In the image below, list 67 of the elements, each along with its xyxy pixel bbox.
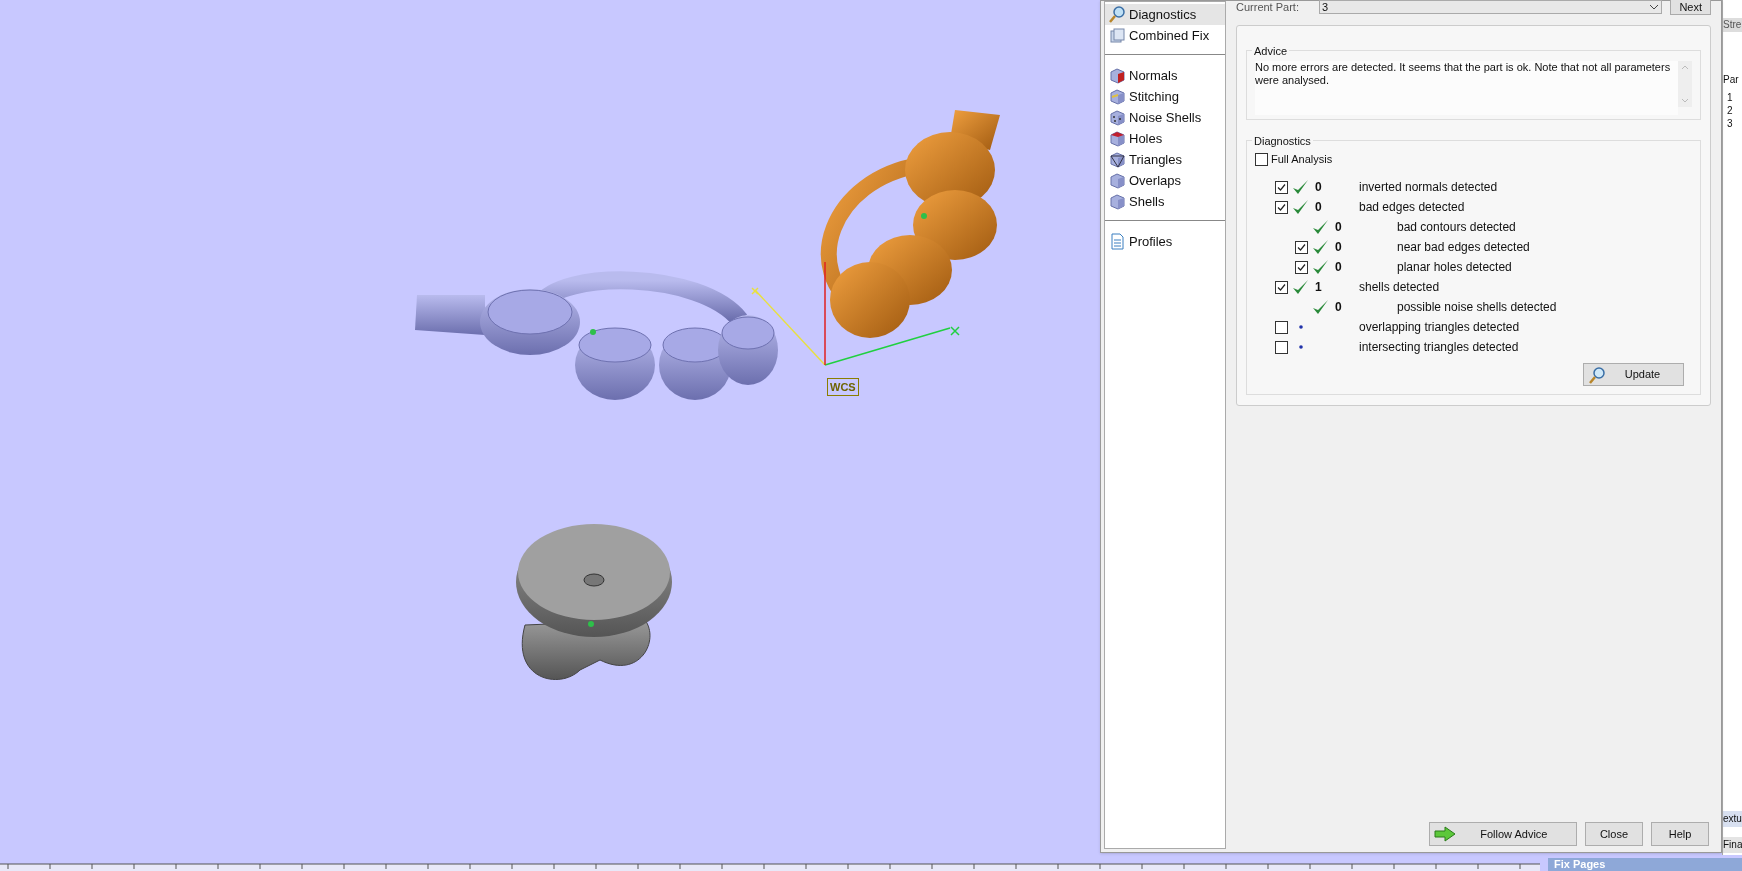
diagnostic-label: bad contours detected <box>1397 219 1516 236</box>
sidebar-item[interactable]: Overlaps <box>1105 170 1225 191</box>
sidebar-item[interactable]: Shells <box>1105 191 1225 212</box>
checkbox[interactable] <box>1275 320 1288 334</box>
row-number: 2 <box>1727 104 1734 117</box>
checkbox[interactable] <box>1255 152 1268 166</box>
follow-advice-button[interactable]: Follow Advice <box>1428 822 1577 846</box>
panel-tab[interactable]: extu <box>1723 811 1742 827</box>
arrow-right-icon <box>1433 826 1456 842</box>
axis-label: WCS <box>827 378 859 396</box>
diagnostic-label: planar holes detected <box>1397 259 1512 276</box>
sidebar-item[interactable]: Holes <box>1105 128 1225 149</box>
sidebar-item[interactable]: Triangles <box>1105 149 1225 170</box>
dialog-button[interactable]: Close <box>1584 822 1643 846</box>
diagnostic-label: overlapping triangles detected <box>1359 319 1520 336</box>
panel-tab[interactable]: Stre <box>1723 18 1742 32</box>
diagnostic-label: shells detected <box>1359 279 1440 296</box>
diagnostic-label: bad edges detected <box>1359 199 1465 216</box>
chevron-down-icon <box>1649 4 1660 10</box>
cube-icon <box>1109 130 1126 147</box>
cube-icon <box>1109 109 1126 126</box>
panel-title: Fix Pages <box>1548 858 1742 871</box>
checkbox[interactable] <box>1295 240 1308 254</box>
row-number: 3 <box>1727 117 1734 130</box>
sidebar-item[interactable]: Profiles <box>1105 231 1225 252</box>
diagnostic-label: intersecting triangles detected <box>1359 339 1519 356</box>
panel-tab[interactable]: Fina <box>1723 837 1742 853</box>
count-label: 0 <box>1315 179 1322 196</box>
current-part-label: Current Part: <box>1236 0 1300 15</box>
pages-icon <box>1109 27 1126 44</box>
checkbox[interactable] <box>1275 200 1288 214</box>
diagnostic-label: near bad edges detected <box>1397 239 1530 256</box>
cube-icon <box>1109 172 1126 189</box>
checkbox[interactable] <box>1295 260 1308 274</box>
next-button[interactable]: Next <box>1670 0 1711 15</box>
sidebar-item[interactable]: Combined Fix <box>1105 25 1225 46</box>
checkbox-label: Full Analysis <box>1271 151 1333 167</box>
count-label: 0 <box>1335 299 1342 316</box>
cube-icon <box>1109 193 1126 210</box>
sidebar-item[interactable]: Diagnostics <box>1105 4 1225 25</box>
sidebar-item[interactable]: Normals <box>1105 65 1225 86</box>
dialog-button[interactable]: Help <box>1651 822 1709 846</box>
count-label: 0 <box>1335 239 1342 256</box>
cube-icon <box>1109 151 1126 168</box>
document-icon <box>1109 233 1126 250</box>
sidebar-item[interactable]: Noise Shells <box>1105 107 1225 128</box>
checkbox[interactable] <box>1275 280 1288 294</box>
diagnostic-label: possible noise shells detected <box>1397 299 1557 316</box>
row-number: 1 <box>1727 91 1734 104</box>
count-label: 0 <box>1315 199 1322 216</box>
update-button[interactable]: Update <box>1583 363 1684 386</box>
cube-icon <box>1109 67 1126 84</box>
checkbox[interactable] <box>1275 340 1288 354</box>
checkbox[interactable] <box>1275 180 1288 194</box>
chevron-up-icon <box>1681 65 1689 70</box>
advice-text: No more errors are detected. It seems that the part is ok. Note that not all parameters were analysed. <box>1255 61 1678 115</box>
count-label: 1 <box>1315 279 1322 296</box>
column-header: Par <box>1723 73 1740 87</box>
count-label: 0 <box>1335 219 1342 236</box>
search-icon <box>1588 365 1606 384</box>
chevron-down-icon <box>1681 98 1689 103</box>
sidebar-item[interactable]: Stitching <box>1105 86 1225 107</box>
diagnostic-label: inverted normals detected <box>1359 179 1498 196</box>
search-icon <box>1109 6 1126 23</box>
count-label: 0 <box>1335 259 1342 276</box>
part-dropdown[interactable]: 3 <box>1319 0 1663 14</box>
cube-icon <box>1109 88 1126 105</box>
